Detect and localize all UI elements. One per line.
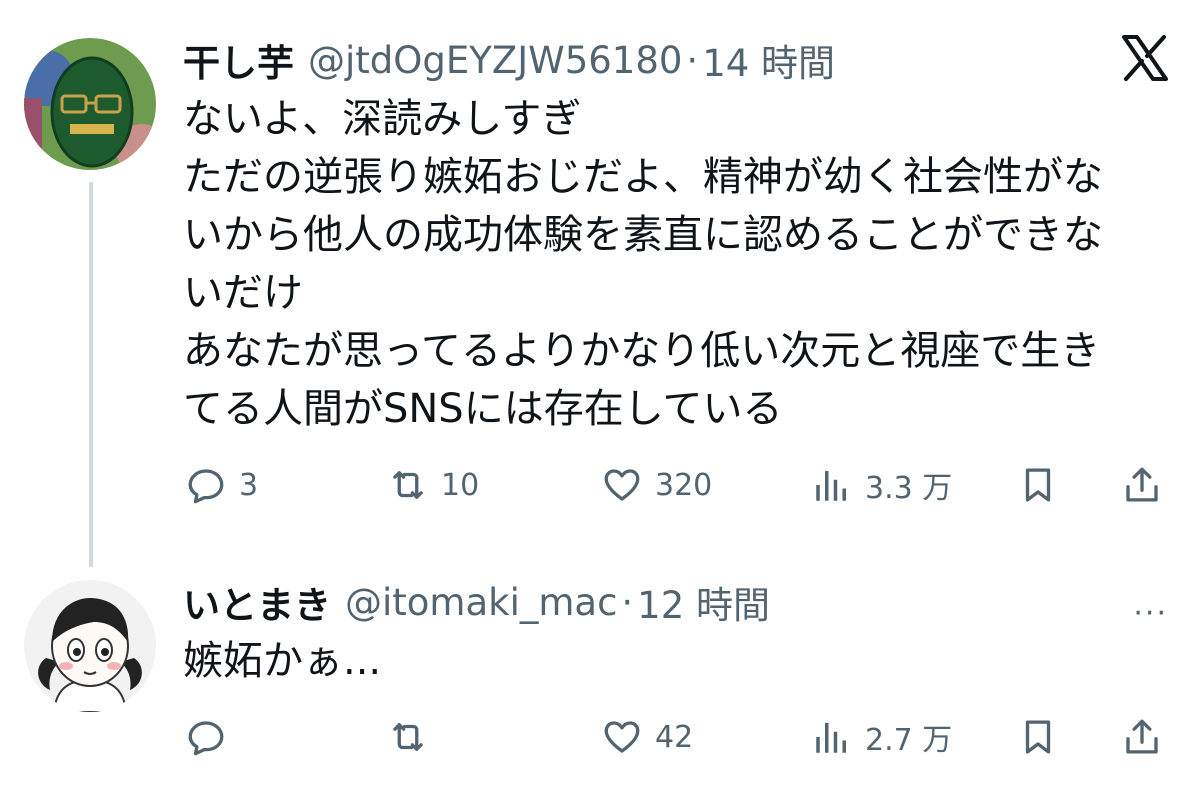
heart-icon — [604, 469, 640, 501]
views-button[interactable]: 3.3 万 — [811, 460, 952, 510]
bookmark-icon — [1025, 720, 1051, 754]
display-name[interactable]: いとまき — [183, 575, 331, 629]
x-logo-icon — [1122, 35, 1168, 81]
timestamp[interactable]: 12 時間 — [637, 575, 770, 629]
tweet-text: ないよ、深読みしすぎ ただの逆張り嫉妬おじだよ、精神が幼く社会性がな いから他人… — [183, 90, 1173, 438]
text-line: ないよ、深読みしすぎ — [183, 96, 582, 142]
retweet-icon — [393, 471, 423, 499]
reply-icon — [188, 721, 224, 756]
share-button[interactable] — [1121, 460, 1163, 510]
share-icon — [1126, 467, 1158, 502]
separator-dot: · — [621, 580, 634, 624]
text-line: 嫉妬かぁ... — [183, 638, 382, 684]
reply-count: 3 — [239, 467, 259, 503]
reply-button[interactable] — [185, 712, 239, 762]
retweet-icon — [393, 723, 423, 751]
text-line: あなたが思ってるよりかなり低い次元と視座で生き — [183, 328, 1101, 374]
like-button[interactable]: 42 — [601, 712, 693, 762]
text-line: いだけ — [183, 270, 303, 316]
handle[interactable]: @itomaki_mac — [345, 581, 617, 624]
bookmark-icon — [1025, 468, 1051, 502]
tweet-2: いとまき @itomaki_mac · 12 時間 ··· 嫉妬かぁ... 42 — [0, 570, 1200, 797]
retweet-count: 10 — [441, 467, 480, 503]
text-line: ただの逆張り嫉妬おじだよ、精神が幼く社会性がな — [183, 154, 1103, 200]
thread-line — [89, 182, 93, 567]
action-bar: 42 2.7 万 — [183, 712, 1173, 762]
like-button[interactable]: 320 — [601, 460, 712, 510]
more-icon[interactable]: ··· — [1133, 596, 1168, 631]
avatar-image — [24, 38, 156, 170]
separator-dot: · — [686, 38, 699, 82]
views-count: 3.3 万 — [865, 471, 953, 506]
reply-button[interactable]: 3 — [185, 460, 258, 510]
display-name[interactable]: 干し芋 — [183, 33, 294, 87]
views-icon — [816, 723, 846, 753]
views-icon — [816, 471, 846, 501]
avatar[interactable] — [24, 580, 156, 712]
tweet-header: いとまき @itomaki_mac · 12 時間 — [183, 580, 770, 628]
like-count: 320 — [655, 467, 713, 503]
tweet-text: 嫉妬かぁ... — [183, 632, 1173, 690]
text-line: いから他人の成功体験を素直に認めることができな — [183, 212, 1103, 258]
share-button[interactable] — [1121, 712, 1163, 762]
text-line: てる人間がSNSには存在している — [183, 386, 783, 432]
tweet-header: 干し芋 @jtdOgEYZJW56180 · 14 時間 — [183, 38, 835, 86]
avatar[interactable] — [24, 38, 156, 170]
action-bar: 3 10 320 3.3 万 — [183, 460, 1173, 510]
retweet-button[interactable] — [387, 712, 441, 762]
tweet-1: 干し芋 @jtdOgEYZJW56180 · 14 時間 ないよ、深読みしすぎ … — [0, 0, 1200, 567]
bookmark-button[interactable] — [1017, 460, 1059, 510]
avatar-image — [24, 580, 156, 712]
reply-icon — [188, 469, 224, 504]
views-button[interactable]: 2.7 万 — [811, 712, 952, 762]
like-count: 42 — [655, 719, 694, 755]
views-count: 2.7 万 — [865, 723, 953, 758]
bookmark-button[interactable] — [1017, 712, 1059, 762]
share-icon — [1126, 719, 1158, 754]
heart-icon — [604, 721, 640, 753]
handle[interactable]: @jtdOgEYZJW56180 — [308, 39, 682, 82]
retweet-button[interactable]: 10 — [387, 460, 479, 510]
timestamp[interactable]: 14 時間 — [702, 33, 835, 87]
